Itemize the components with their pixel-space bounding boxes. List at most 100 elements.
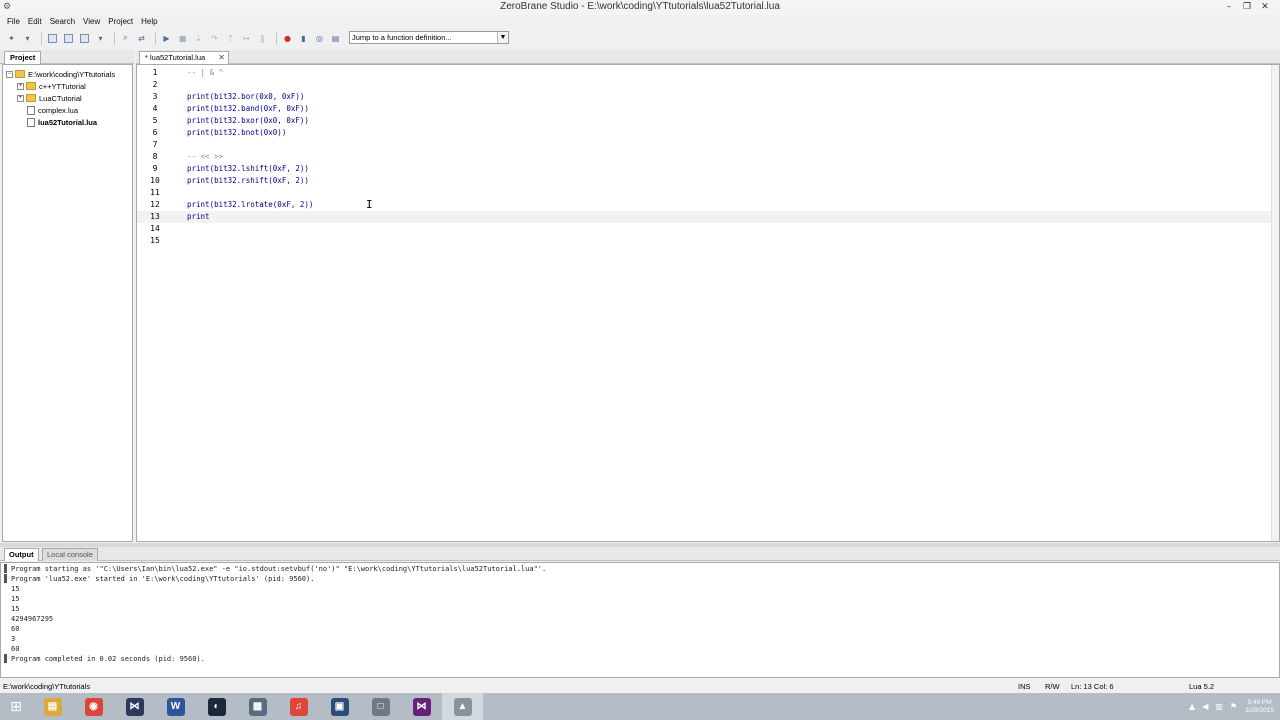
menu-help[interactable]: Help xyxy=(137,15,161,28)
break-icon[interactable]: ‖ xyxy=(256,32,269,45)
code-editor[interactable]: 1 -- | & ^ 2 3 print(bit32.bor(0x0, 0xF)) 4 pr… xyxy=(136,64,1280,542)
line-text[interactable]: print xyxy=(187,211,210,223)
network-icon[interactable]: ▥ xyxy=(1215,702,1223,711)
run-icon[interactable]: ▶ xyxy=(160,32,173,45)
tree-item-file[interactable]: complex.lua xyxy=(27,104,78,116)
save-as-icon[interactable] xyxy=(78,32,91,45)
line-number[interactable]: 10 xyxy=(145,175,165,187)
tab-output[interactable]: Output xyxy=(4,548,39,561)
stop-icon[interactable]: ■ xyxy=(176,32,189,45)
replace-icon[interactable]: ⇄ xyxy=(135,32,148,45)
taskbar-app[interactable]: ▲ xyxy=(442,693,483,720)
code-line[interactable]: 7 xyxy=(137,139,1272,151)
run-to-cursor-icon[interactable]: ↦ xyxy=(240,32,253,45)
taskbar-app[interactable]: ⋈ xyxy=(114,693,155,720)
menu-view[interactable]: View xyxy=(79,15,104,28)
taskbar-app[interactable]: ▤ xyxy=(32,693,73,720)
line-number[interactable]: 7 xyxy=(145,139,165,151)
menu-search[interactable]: Search xyxy=(46,15,79,28)
code-line[interactable]: 2 xyxy=(137,79,1272,91)
menu-project[interactable]: Project xyxy=(104,15,137,28)
line-text[interactable]: print(bit32.bxor(0x0, 0xF)) xyxy=(187,115,309,127)
line-text[interactable]: print(bit32.rshift(0xF, 2)) xyxy=(187,175,309,187)
step-into-icon[interactable]: ⇣ xyxy=(192,32,205,45)
open-file-icon[interactable]: ▾ xyxy=(21,32,34,45)
line-text[interactable]: print(bit32.lshift(0xF, 2)) xyxy=(187,163,309,175)
menu-edit[interactable]: Edit xyxy=(24,15,46,28)
tray-arrow-icon[interactable]: ▲ xyxy=(1189,702,1195,711)
flag-icon[interactable]: ⚑ xyxy=(1230,702,1237,711)
taskbar-app[interactable]: ⋈ xyxy=(401,693,442,720)
collapse-icon[interactable]: − xyxy=(6,70,13,78)
expand-icon[interactable]: + xyxy=(17,94,24,102)
code-line[interactable]: 13 print xyxy=(137,211,1272,223)
taskbar-app[interactable]: ▣ xyxy=(319,693,360,720)
code-line[interactable]: 15 xyxy=(137,235,1272,247)
tree-item-file-selected[interactable]: lua52Tutorial.lua xyxy=(27,116,97,128)
code-line[interactable]: 11 xyxy=(137,187,1272,199)
line-number[interactable]: 15 xyxy=(145,235,165,247)
code-line[interactable]: 1 -- | & ^ xyxy=(137,67,1272,79)
step-out-icon[interactable]: ⇡ xyxy=(224,32,237,45)
tab-lua52tutorial[interactable]: * lua52Tutorial.lua ✕ xyxy=(139,51,229,64)
bookmark-icon[interactable]: ▮ xyxy=(297,32,310,45)
line-number[interactable]: 1 xyxy=(145,67,165,79)
line-number[interactable]: 3 xyxy=(145,91,165,103)
code-line[interactable]: 6 print(bit32.bnot(0x0)) xyxy=(137,127,1272,139)
line-text[interactable]: -- | & ^ xyxy=(187,67,223,79)
line-number[interactable]: 6 xyxy=(145,127,165,139)
line-number[interactable]: 9 xyxy=(145,163,165,175)
line-number[interactable]: 2 xyxy=(145,79,165,91)
code-line[interactable]: 14 xyxy=(137,223,1272,235)
save-icon[interactable] xyxy=(46,32,59,45)
code-line[interactable]: 9 print(bit32.lshift(0xF, 2)) xyxy=(137,163,1272,175)
breakpoint-icon[interactable]: ● xyxy=(281,32,294,45)
code-line[interactable]: 3 print(bit32.bor(0x0, 0xF)) xyxy=(137,91,1272,103)
line-text[interactable]: print(bit32.bnot(0x0)) xyxy=(187,127,286,139)
watch-icon[interactable]: ◎ xyxy=(313,32,326,45)
line-text[interactable]: -- << >> xyxy=(187,151,223,163)
tab-local-console[interactable]: Local console xyxy=(42,548,98,561)
output-panel[interactable]: Program starting as '"C:\Users\Ian\bin\l… xyxy=(0,562,1280,678)
clock[interactable]: 3:49 PM 3/29/2015 xyxy=(1245,699,1274,715)
find-icon[interactable]: ⌕ xyxy=(119,32,132,45)
code-line[interactable]: 8 -- << >> xyxy=(137,151,1272,163)
new-file-icon[interactable]: ✦ xyxy=(5,32,18,45)
taskbar-app[interactable]: W xyxy=(155,693,196,720)
restore-button[interactable]: ❐ xyxy=(1238,0,1256,14)
taskbar-app[interactable]: □ xyxy=(360,693,401,720)
step-over-icon[interactable]: ↷ xyxy=(208,32,221,45)
expand-icon[interactable]: + xyxy=(17,82,24,90)
windows-start-icon[interactable]: ⊞ xyxy=(0,693,32,720)
chevron-down-icon[interactable]: ▼ xyxy=(497,32,508,43)
line-text[interactable]: print(bit32.lrotate(0xF, 2)) xyxy=(187,199,313,211)
code-line[interactable]: 4 print(bit32.band(0xF, 0xF)) xyxy=(137,103,1272,115)
taskbar-app[interactable]: ♫ xyxy=(278,693,319,720)
tab-project[interactable]: Project xyxy=(4,51,42,64)
function-jump-dropdown[interactable]: Jump to a function definition... ▼ xyxy=(349,31,509,44)
close-icon[interactable]: ✕ xyxy=(218,52,225,64)
save-all-icon[interactable] xyxy=(62,32,75,45)
line-text[interactable]: print(bit32.bor(0x0, 0xF)) xyxy=(187,91,304,103)
close-button[interactable]: ✕ xyxy=(1256,0,1274,14)
line-number[interactable]: 13 xyxy=(145,211,165,223)
taskbar-app[interactable]: ◐ xyxy=(196,693,237,720)
tree-root[interactable]: − E:\work\coding\YTtutorials xyxy=(6,68,115,80)
taskbar-app[interactable]: ◉ xyxy=(73,693,114,720)
minimize-button[interactable]: – xyxy=(1220,0,1238,14)
volume-icon[interactable]: ◀ xyxy=(1202,702,1208,711)
line-number[interactable]: 4 xyxy=(145,103,165,115)
line-number[interactable]: 12 xyxy=(145,199,165,211)
taskbar-app[interactable]: ▦ xyxy=(237,693,278,720)
stack-icon[interactable]: ▤ xyxy=(329,32,342,45)
line-number[interactable]: 11 xyxy=(145,187,165,199)
code-line[interactable]: 12 print(bit32.lrotate(0xF, 2)) xyxy=(137,199,1272,211)
code-line[interactable]: 5 print(bit32.bxor(0x0, 0xF)) xyxy=(137,115,1272,127)
line-number[interactable]: 14 xyxy=(145,223,165,235)
code-line[interactable]: 10 print(bit32.rshift(0xF, 2)) xyxy=(137,175,1272,187)
line-number[interactable]: 8 xyxy=(145,151,165,163)
line-text[interactable]: print(bit32.band(0xF, 0xF)) xyxy=(187,103,309,115)
tree-item-folder[interactable]: + LuaCTutorial xyxy=(17,92,82,104)
editor-scrollbar[interactable] xyxy=(1271,65,1279,541)
line-number[interactable]: 5 xyxy=(145,115,165,127)
